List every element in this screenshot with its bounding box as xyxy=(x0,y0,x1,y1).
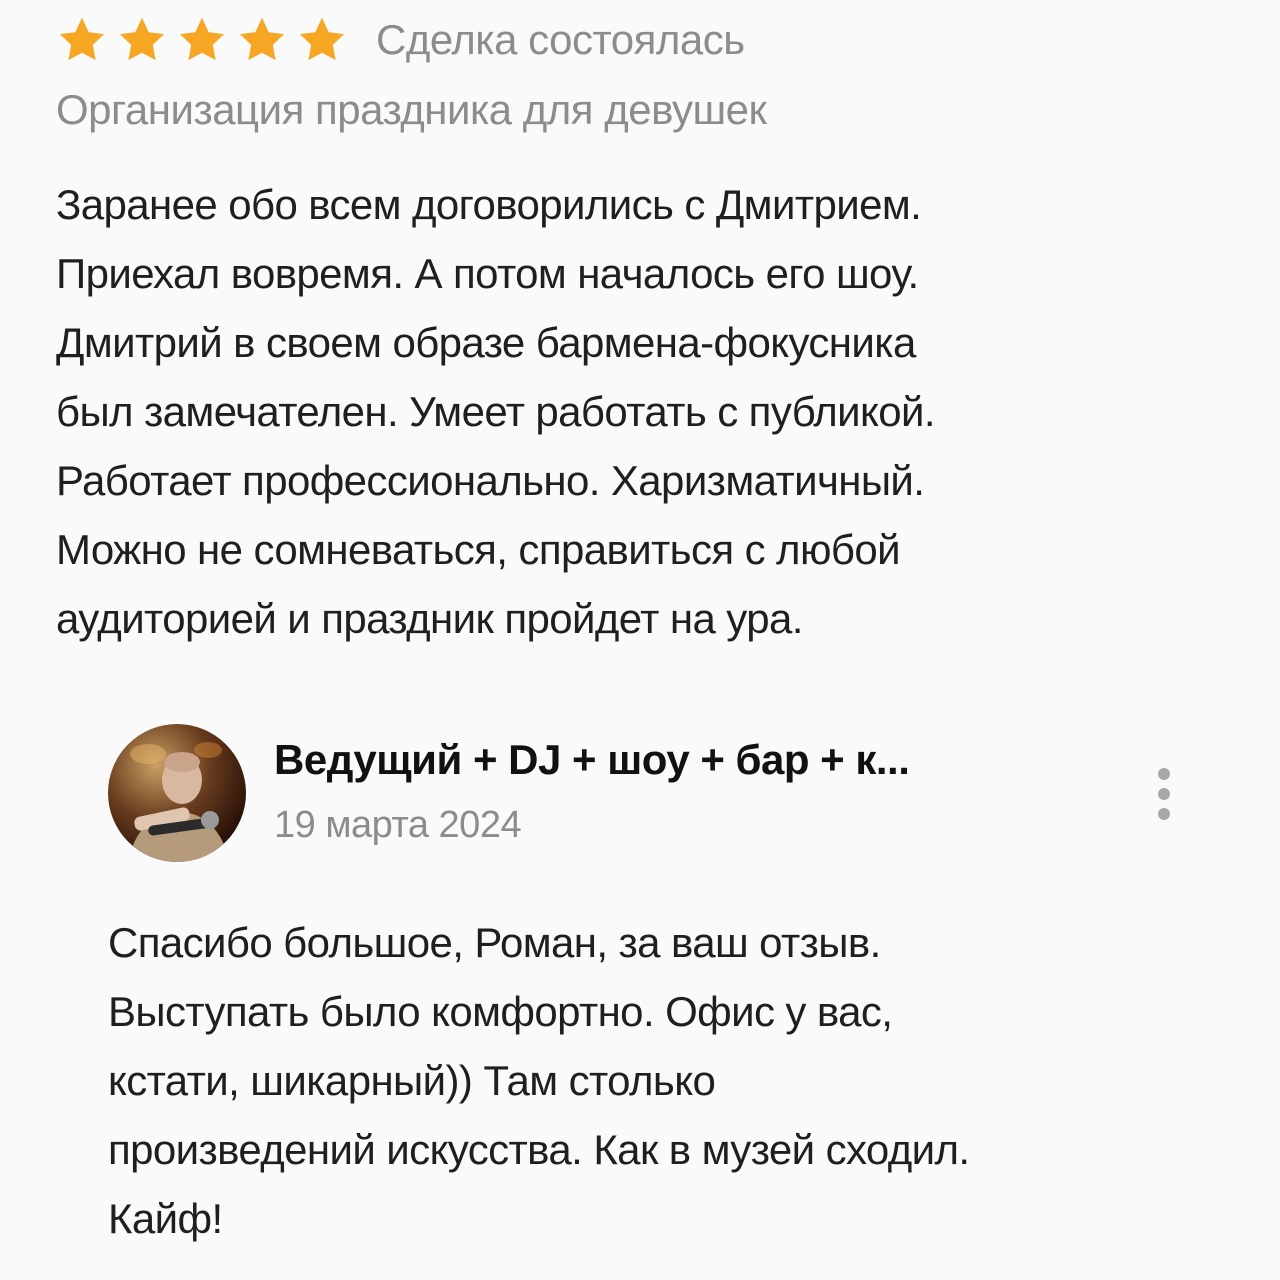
more-options-button[interactable] xyxy=(1144,762,1184,826)
reply-text-line: Выступать было комфортно. Офис у вас, xyxy=(108,988,893,1035)
reply-header: Ведущий + DJ + шоу + бар + к... 19 марта… xyxy=(108,724,1218,864)
review-text-line: был замечателен. Умеет работать с публик… xyxy=(56,388,936,435)
reply-text-line: Кайф! xyxy=(108,1195,223,1242)
review-text-line: Работает профессионально. Харизматичный. xyxy=(56,457,925,504)
review-text-line: Дмитрий в своем образе бармена-фокусника xyxy=(56,319,916,366)
reply-author[interactable]: Ведущий + DJ + шоу + бар + к... xyxy=(274,736,910,784)
star-icon xyxy=(236,14,288,66)
review-text-line: аудиторией и праздник пройдет на ура. xyxy=(56,595,803,642)
reply-text-line: произведений искусства. Как в музей сход… xyxy=(108,1126,970,1173)
star-rating xyxy=(56,14,356,66)
review-text: Заранее обо всем договорились с Дмитрием… xyxy=(56,170,1246,653)
star-icon xyxy=(296,14,348,66)
review-text-line: Можно не сомневаться, справиться с любой xyxy=(56,526,901,573)
star-icon xyxy=(116,14,168,66)
reply-text: Спасибо большое, Роман, за ваш отзыв. Вы… xyxy=(108,908,1258,1253)
reply-text-line: кстати, шикарный)) Там столько xyxy=(108,1057,716,1104)
review-text-line: Приехал вовремя. А потом началось его шо… xyxy=(56,250,919,297)
vertical-dots-icon xyxy=(1158,768,1170,820)
rating-row: Сделка состоялась xyxy=(56,12,745,68)
review-text-line: Заранее обо всем договорились с Дмитрием… xyxy=(56,181,922,228)
deal-status: Сделка состоялась xyxy=(376,16,745,63)
review-category: Организация праздника для девушек xyxy=(56,86,767,133)
star-icon xyxy=(176,14,228,66)
reply-date: 19 марта 2024 xyxy=(274,804,522,846)
avatar[interactable] xyxy=(108,724,246,862)
star-icon xyxy=(56,14,108,66)
reply-text-line: Спасибо большое, Роман, за ваш отзыв. xyxy=(108,919,881,966)
